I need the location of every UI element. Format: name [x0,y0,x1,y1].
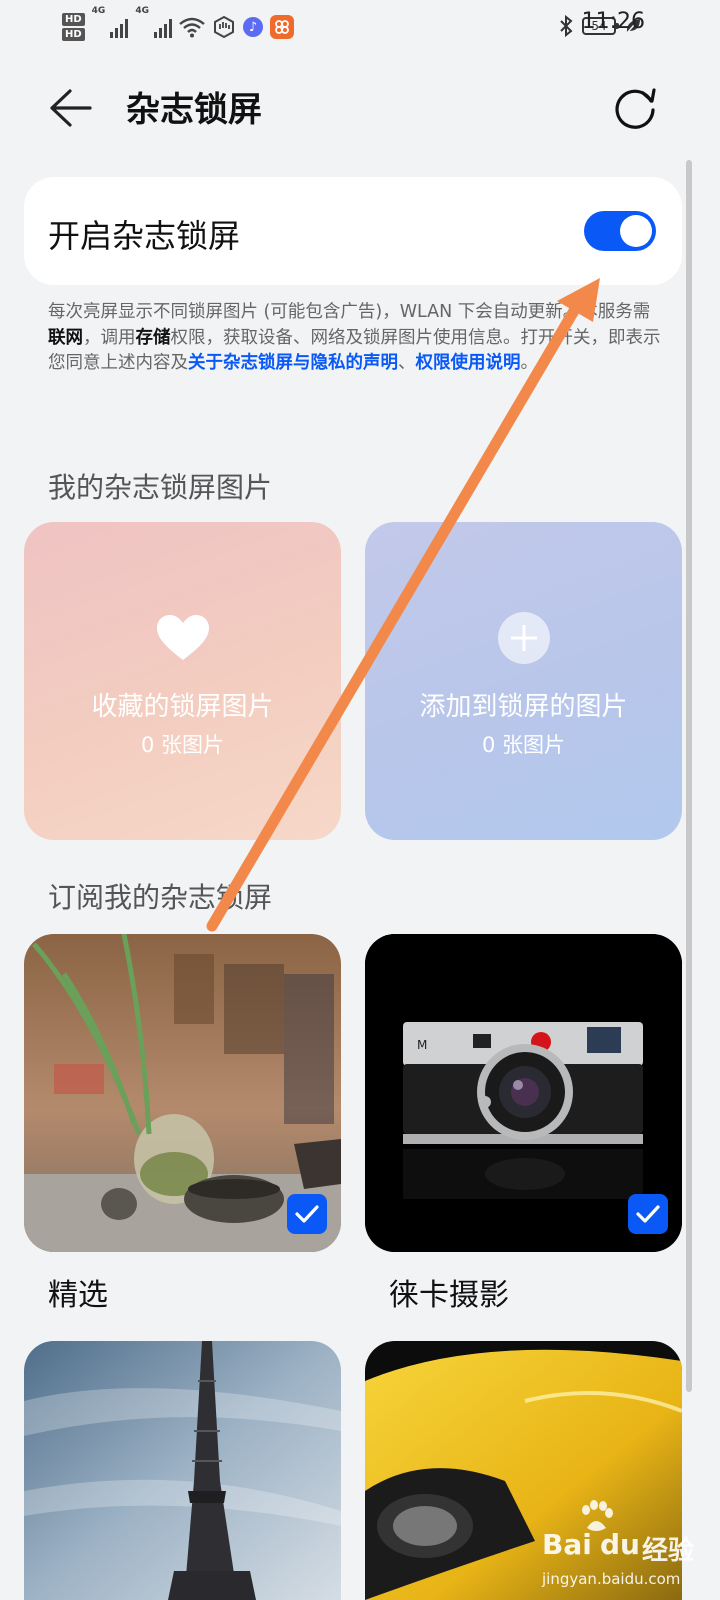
watermark-brand-2: 经验 [642,1536,695,1566]
annotation-arrow-line [206,298,584,932]
watermark-du: du [600,1528,640,1561]
watermark: Bai du 经验 jingyan.baidu.com [540,1490,720,1600]
watermark-url: jingyan.baidu.com [542,1570,681,1588]
annotation-arrow-overlay [206,278,600,932]
watermark-brand: Bai [542,1528,592,1561]
annotation-arrow-head [557,278,600,322]
